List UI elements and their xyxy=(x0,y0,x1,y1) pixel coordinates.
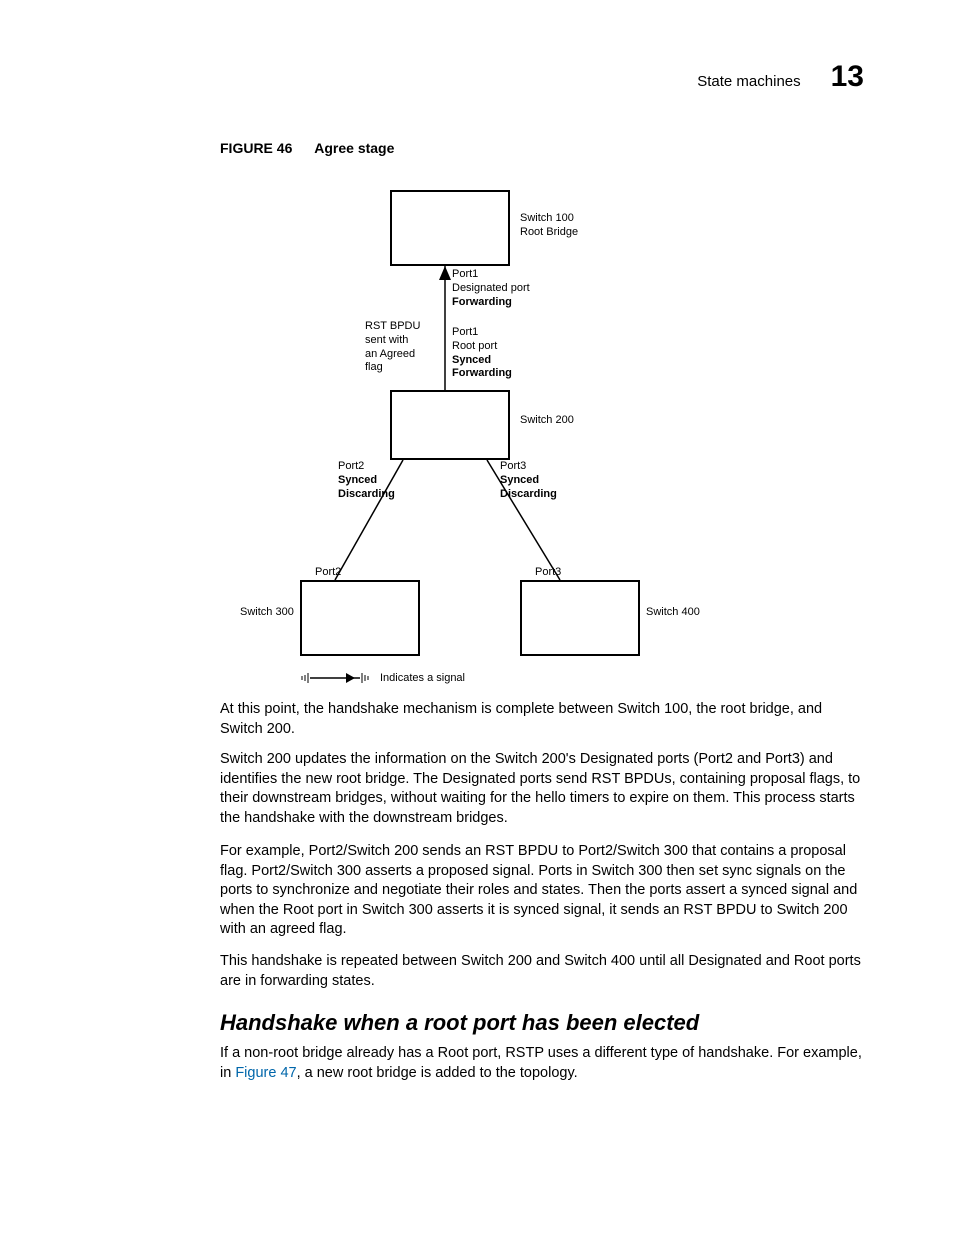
subheading-handshake: Handshake when a root port has been elec… xyxy=(220,1008,864,1038)
figure-title: Agree stage xyxy=(314,140,394,156)
switch-400-box xyxy=(520,580,640,656)
port1-root-label: Port1 Root port Synced Forwarding xyxy=(452,326,512,381)
figure-caption: FIGURE 46 Agree stage xyxy=(220,140,394,156)
switch-300-box xyxy=(300,580,420,656)
bpdu-note: RST BPDU sent with an Agreed flag xyxy=(365,320,420,375)
page-header: State machines 13 xyxy=(697,60,864,94)
switch-200-box xyxy=(390,390,510,460)
paragraph-3: For example, Port2/Switch 200 sends an R… xyxy=(220,842,864,940)
switch-300-label: Switch 300 xyxy=(240,606,294,620)
paragraph-4: This handshake is repeated between Switc… xyxy=(220,952,864,991)
port2-synced-label: Port2 Synced Discarding xyxy=(338,460,395,501)
port2-bottom-label: Port2 xyxy=(315,566,341,580)
switch-400-label: Switch 400 xyxy=(646,606,700,620)
paragraph-2: Switch 200 updates the information on th… xyxy=(220,750,864,828)
switch-200-label: Switch 200 xyxy=(520,414,574,428)
figure-47-link[interactable]: Figure 47 xyxy=(235,1065,296,1081)
legend-text: Indicates a signal xyxy=(380,672,465,686)
figure-label: FIGURE 46 xyxy=(220,140,292,156)
chapter-number: 13 xyxy=(831,60,864,94)
paragraph-5: If a non-root bridge already has a Root … xyxy=(220,1044,864,1083)
paragraph-1: At this point, the handshake mechanism i… xyxy=(220,700,864,739)
network-diagram: Switch 100 Root Bridge Port1 Designated … xyxy=(220,180,864,700)
port3-bottom-label: Port3 xyxy=(535,566,561,580)
port1-designated-label: Port1 Designated port Forwarding xyxy=(452,268,530,309)
port3-synced-label: Port3 Synced Discarding xyxy=(500,460,557,501)
switch-100-box xyxy=(390,190,510,266)
paragraph-5b: , a new root bridge is added to the topo… xyxy=(297,1065,578,1081)
header-section-title: State machines xyxy=(697,73,800,90)
switch-100-label: Switch 100 Root Bridge xyxy=(520,212,578,240)
